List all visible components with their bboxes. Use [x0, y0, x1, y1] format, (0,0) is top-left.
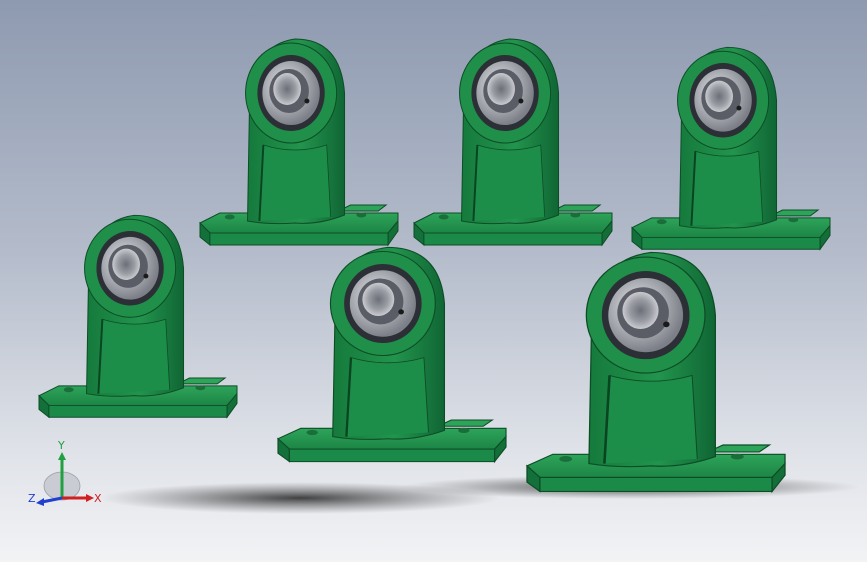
coordinate-triad[interactable]: Y X Z [28, 439, 102, 506]
pillow-block-bearing-4[interactable] [38, 214, 238, 419]
3d-viewport[interactable]: Y X Z [0, 0, 867, 562]
pillow-block-bearing-1[interactable] [199, 38, 399, 246]
pillow-block-bearing-2[interactable] [413, 38, 613, 246]
y-axis-head-icon [58, 452, 66, 460]
y-axis-label: Y [57, 439, 65, 452]
model-scene[interactable]: Y X Z [0, 0, 867, 562]
z-axis-label: Z [28, 492, 36, 505]
z-axis-head-icon [36, 498, 44, 506]
pillow-block-bearing-5[interactable] [276, 246, 508, 463]
x-axis-label: X [94, 492, 102, 505]
z-axis-arrow-icon [41, 496, 63, 504]
pillow-block-bearing-6[interactable] [525, 251, 787, 493]
x-axis-head-icon [86, 494, 94, 502]
pillow-block-bearing-3[interactable] [631, 46, 831, 251]
